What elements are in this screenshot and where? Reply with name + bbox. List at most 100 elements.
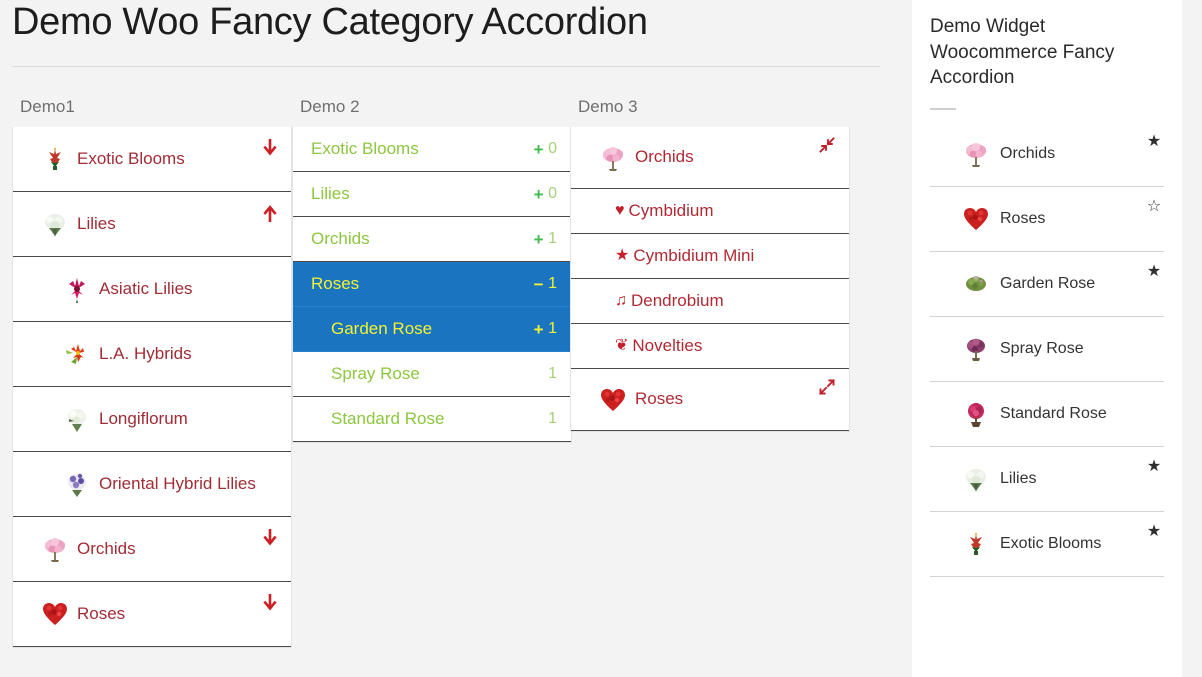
accordion-row-label: Orchids [635, 147, 694, 167]
sidebar-list-item[interactable]: Exotic Blooms ★ [930, 511, 1164, 577]
sidebar-list-item[interactable]: Spray Rose★ [930, 316, 1164, 382]
thumbnail-roses [962, 205, 990, 233]
accordion-row-label: L.A. Hybrids [99, 343, 192, 363]
product-count[interactable]: −1 [532, 275, 557, 293]
accordion-row[interactable]: Roses −1 [293, 262, 571, 307]
product-count[interactable]: +1 [532, 230, 557, 248]
sidebar-list-item[interactable]: Roses ☆ [930, 186, 1164, 252]
accordion-row[interactable]: ★ Cymbidium Mini [571, 234, 849, 279]
accordion-row-label: Roses [311, 273, 360, 293]
accordion-row[interactable]: ♥ Cymbidium [571, 189, 849, 234]
count-value: 1 [548, 230, 557, 247]
minus-icon: − [533, 274, 544, 294]
accordion-row[interactable]: Lilies [13, 192, 291, 257]
product-count[interactable]: 1 [532, 410, 557, 428]
title-divider [12, 65, 880, 67]
compress-icon[interactable] [813, 137, 835, 153]
accordion-row[interactable]: Longiflorum [13, 387, 291, 452]
thumbnail-roses [599, 386, 627, 414]
arrow-down-icon[interactable] [255, 137, 277, 157]
sidebar-item-label: Lilies [1000, 469, 1037, 487]
product-count[interactable]: +0 [532, 185, 557, 203]
accordion-row[interactable]: Garden Rose +1 [293, 307, 571, 352]
sidebar-list-item[interactable]: Lilies ★ [930, 446, 1164, 512]
accordion-row[interactable]: Roses [571, 369, 849, 431]
accordion-row[interactable]: Lilies +0 [293, 172, 571, 217]
arrow-down-icon[interactable] [255, 527, 277, 547]
accordion-row-label: Roses [77, 603, 126, 623]
plus-icon: + [533, 319, 544, 339]
arrow-up-icon[interactable] [255, 204, 277, 224]
music-note-icon: ♫ [615, 292, 627, 309]
column-heading: Demo1 [20, 97, 75, 116]
thumbnail-orchids [41, 535, 69, 563]
accordion-row-label: Oriental Hybrid Lilies [99, 473, 256, 493]
page-title: Demo Woo Fancy Category Accordion [12, 1, 648, 43]
column-heading: Demo 2 [300, 97, 360, 116]
accordion-row[interactable]: Oriental Hybrid Lilies [13, 452, 291, 517]
star-filled-icon[interactable]: ★ [1146, 523, 1162, 540]
thumbnail-orchids [962, 140, 990, 168]
accordion-row[interactable]: Orchids [571, 127, 849, 189]
star-filled-icon[interactable]: ★ [1146, 458, 1162, 475]
arrow-down-icon[interactable] [255, 592, 277, 612]
accordion-row-label: Orchids [77, 538, 136, 558]
count-value: 0 [548, 140, 557, 157]
accordion-row-label: Spray Rose [331, 363, 420, 383]
thumbnail-lilies [962, 465, 990, 493]
accordion-row-label: Lilies [311, 183, 350, 203]
accordion-column-2: Demo 2 Exotic Blooms +0 Lilies +0 Orchids +1 Ro… [292, 98, 572, 443]
product-count[interactable]: +1 [532, 320, 557, 338]
accordion-row[interactable]: Standard Rose 1 [293, 397, 571, 442]
count-value: 1 [548, 365, 557, 382]
sidebar-title: Demo Widget Woocommerce Fancy Accordion [930, 16, 1115, 89]
accordion-row-label: Cymbidium Mini [633, 245, 755, 265]
star-outline-icon[interactable]: ☆ [1146, 198, 1162, 215]
sidebar-item-label: Standard Rose [1000, 404, 1107, 422]
accordion-row[interactable]: Exotic Blooms [13, 127, 291, 192]
thumbnail-exotic-blooms [41, 145, 69, 173]
accordion-row[interactable]: ❦ Novelties [571, 324, 849, 369]
accordion-row-label: Exotic Blooms [77, 148, 185, 168]
accordion-row-label: Dendrobium [631, 290, 724, 310]
thumbnail-asiatic-lilies [63, 275, 91, 303]
star-icon: ★ [615, 247, 630, 264]
accordion-row-label: Garden Rose [331, 318, 433, 338]
sidebar-list: Orchids★Roses☆Garden Rose★Spray Rose★Sta… [930, 121, 1164, 577]
accordion-list: Exotic Blooms Lilies Asiatic Lilies L.A. Hy… [12, 127, 292, 648]
accordion-row[interactable]: Spray Rose 1 [293, 352, 571, 397]
star-filled-icon[interactable]: ★ [1146, 263, 1162, 280]
sidebar-widget: Demo Widget Woocommerce Fancy Accordion … [912, 0, 1182, 677]
accordion-row-label: Cymbidium [628, 200, 714, 220]
sidebar-item-label: Spray Rose [1000, 339, 1084, 357]
product-count[interactable]: +0 [532, 140, 557, 158]
thumbnail-oriental-hybrid-lilies [63, 470, 91, 498]
count-value: 1 [548, 320, 557, 337]
sidebar-list-item[interactable]: Standard Rose★ [930, 381, 1164, 447]
accordion-row-label: Roses [635, 389, 684, 409]
accordion-row[interactable]: L.A. Hybrids [13, 322, 291, 387]
accordion-row[interactable]: Asiatic Lilies [13, 257, 291, 322]
accordion-column-3: Demo 3 Orchids ♥ Cymbidium ★ Cymbidium Mini ♫ D… [570, 98, 850, 432]
thumbnail-roses [41, 600, 69, 628]
right-gutter [1182, 0, 1202, 677]
sidebar-list-item[interactable]: Garden Rose ★ [930, 251, 1164, 317]
expand-icon[interactable] [813, 379, 835, 395]
sidebar-item-label: Orchids [1000, 144, 1056, 162]
sidebar-item-label: Garden Rose [1000, 274, 1096, 292]
accordion-row[interactable]: Exotic Blooms +0 [293, 127, 571, 172]
accordion-list: Orchids ♥ Cymbidium ★ Cymbidium Mini ♫ Dendrob… [570, 127, 850, 432]
product-count[interactable]: 1 [532, 365, 557, 383]
main-content: Demo Woo Fancy Category Accordion Demo1 E… [0, 0, 912, 677]
star-filled-icon[interactable]: ★ [1146, 133, 1162, 150]
accordion-row[interactable]: Orchids [13, 517, 291, 582]
accordion-row[interactable]: ♫ Dendrobium [571, 279, 849, 324]
leaf-icon: ❦ [615, 337, 629, 354]
accordion-row[interactable]: Orchids +1 [293, 217, 571, 262]
thumbnail-longiflorum [63, 405, 91, 433]
thumbnail-lilies [41, 210, 69, 238]
sidebar-list-item[interactable]: Orchids ★ [930, 121, 1164, 187]
accordion-row-label: Novelties [632, 335, 703, 355]
accordion-row[interactable]: Roses [13, 582, 291, 647]
count-value: 1 [548, 275, 557, 292]
